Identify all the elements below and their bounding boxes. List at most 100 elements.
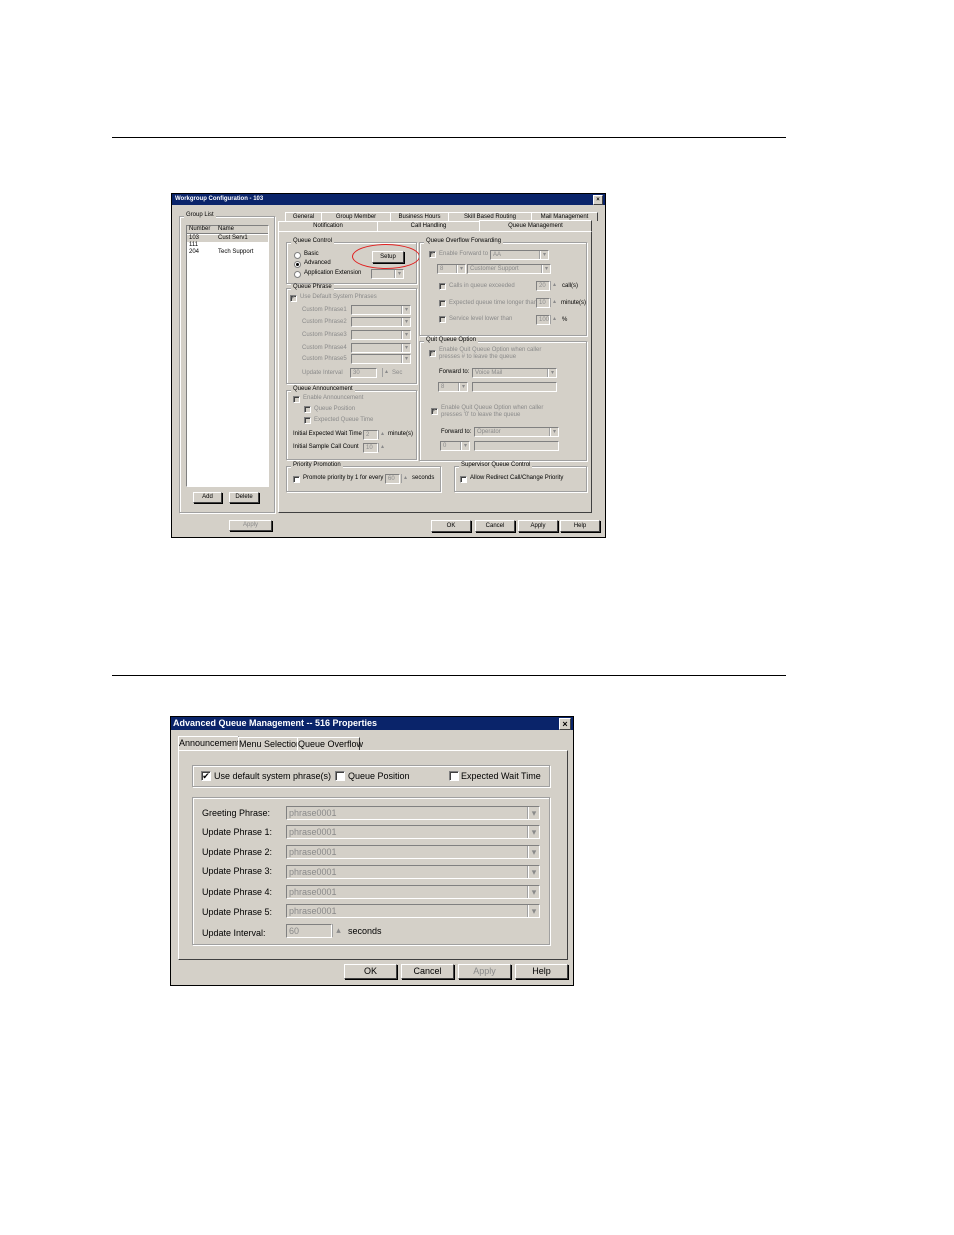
advanced-queue-window: Advanced Queue Management -- 516 Propert…	[170, 716, 574, 986]
phrase-dropdown[interactable]: phrase0001 ▾	[286, 825, 540, 839]
custom-phrase-dropdown[interactable]: ▾	[351, 330, 411, 340]
use-default-phrases-checkbox[interactable]: ✔	[201, 771, 211, 781]
expected-queue-time-label: Expected Queue Time	[314, 417, 374, 423]
list-header: Number Name	[187, 226, 268, 234]
allow-redirect-checkbox[interactable]	[460, 476, 467, 483]
service-level-checkbox[interactable]	[439, 316, 446, 323]
tab-group-member[interactable]: Group Member	[321, 212, 391, 221]
service-level-spinner[interactable]: ▴	[550, 315, 558, 324]
use-default-phrases-label: Use default system phrase(s)	[214, 771, 332, 781]
help-button[interactable]: Help	[515, 964, 568, 979]
cancel-button[interactable]: Cancel	[475, 520, 515, 532]
phrase-dropdown[interactable]: phrase0001 ▾	[286, 845, 540, 859]
delete-button[interactable]: Delete	[229, 492, 259, 503]
tab-business-hours[interactable]: Business Hours	[390, 212, 449, 221]
service-level-field[interactable]: 100	[536, 315, 550, 325]
apply-button[interactable]: Apply	[518, 520, 558, 532]
calls-exceeded-unit: call(s)	[562, 283, 578, 289]
update-interval-spinner[interactable]: ▴	[332, 924, 344, 937]
custom-phrase-dropdown[interactable]: ▾	[351, 305, 411, 315]
app-ext-dropdown[interactable]: ▾	[371, 269, 404, 279]
expected-wait-checkbox[interactable]	[449, 771, 459, 781]
quit2-number-value: 0	[443, 443, 447, 449]
advanced-radio[interactable]	[294, 261, 301, 268]
calls-exceeded-field[interactable]: 20	[536, 281, 550, 291]
quit1-number-dropdown[interactable]: 8 ▾	[438, 382, 468, 392]
queue-position-label: Queue Position	[314, 406, 356, 412]
forward-type-dropdown[interactable]: AA ▾	[490, 250, 549, 260]
spinner-up-icon: ▴	[380, 444, 384, 450]
quit1-extension-field[interactable]	[472, 382, 557, 392]
custom-phrase-label: Custom Phrase1	[302, 307, 347, 313]
calls-exceeded-spinner[interactable]: ▴	[550, 281, 558, 290]
enable-forward-checkbox[interactable]: ✔	[429, 251, 436, 258]
update-interval-field[interactable]: 30	[350, 368, 377, 378]
sample-count-spinner[interactable]: ▴	[378, 443, 386, 452]
help-button[interactable]: Help	[560, 520, 600, 532]
phrase-dropdown[interactable]: phrase0001 ▾	[286, 806, 540, 820]
tab-announcement[interactable]: Announcement	[178, 736, 240, 751]
group-list-box[interactable]: Number Name 103 Cust Serv1 111 204 Tech …	[186, 225, 269, 487]
chevron-down-icon: ▾	[461, 442, 469, 450]
basic-radio[interactable]	[294, 252, 301, 259]
cancel-button[interactable]: Cancel	[401, 964, 454, 979]
update-interval-label: Update Interval:	[202, 928, 266, 938]
quit2-forward-dropdown[interactable]: Operator ▾	[474, 427, 559, 437]
promote-seconds-spinner[interactable]: ▴	[401, 474, 409, 483]
tab-call-handling[interactable]: Call Handling	[377, 221, 480, 231]
quit1-forward-dropdown[interactable]: Voice Mail ▾	[472, 368, 557, 378]
table-row[interactable]: 111	[187, 242, 268, 249]
tab-menu-selection[interactable]: Menu Selection	[238, 737, 301, 750]
quit2-extension-field[interactable]	[474, 441, 559, 451]
forward-number-dropdown[interactable]: 8 ▾	[437, 264, 466, 274]
update-interval-field[interactable]: 60	[286, 924, 332, 938]
apply-button[interactable]: Apply	[458, 964, 511, 979]
quit-zero-checkbox[interactable]: ✔	[431, 408, 438, 415]
add-button[interactable]: Add	[193, 492, 222, 503]
quit-hash-checkbox[interactable]: ✔	[429, 350, 436, 357]
group-apply-button[interactable]: Apply	[229, 520, 272, 531]
promote-seconds-field[interactable]: 60	[385, 474, 400, 484]
tab-queue-overflow[interactable]: Queue Overflow	[297, 737, 363, 750]
tab-notification[interactable]: Notification	[278, 221, 378, 231]
col-name-header[interactable]: Name	[218, 226, 234, 232]
custom-phrase-dropdown[interactable]: ▾	[351, 317, 411, 327]
tab-general[interactable]: General	[285, 212, 322, 221]
custom-phrase-dropdown[interactable]: ▾	[351, 343, 411, 353]
update-interval-spinner[interactable]: ▴	[382, 368, 390, 377]
table-row[interactable]: 103 Cust Serv1	[187, 235, 268, 242]
expected-wait-spinner[interactable]: ▴	[550, 298, 558, 307]
close-button[interactable]: ×	[593, 195, 603, 205]
phrase-dropdown[interactable]: phrase0001 ▾	[286, 865, 540, 879]
queue-position-label: Queue Position	[348, 771, 410, 781]
enable-announcement-checkbox[interactable]	[293, 396, 300, 403]
expected-wait-checkbox[interactable]	[439, 300, 446, 307]
promote-priority-checkbox[interactable]	[293, 476, 300, 483]
phrase-dropdown[interactable]: phrase0001 ▾	[286, 904, 540, 918]
col-number-header[interactable]: Number	[189, 226, 210, 232]
initial-wait-spinner[interactable]: ▴	[378, 430, 386, 439]
sample-count-field[interactable]: 10	[363, 443, 378, 453]
quit2-number-dropdown[interactable]: 0 ▾	[440, 441, 470, 451]
custom-phrase-dropdown[interactable]: ▾	[351, 354, 411, 364]
ok-button[interactable]: OK	[344, 964, 397, 979]
quit-zero-label-line1: Enable Quit Queue Option when caller	[441, 405, 544, 411]
queue-position-checkbox[interactable]	[335, 771, 345, 781]
update-interval-value: 30	[353, 370, 360, 376]
expected-wait-field[interactable]: 10	[536, 298, 550, 308]
check-icon: ✔	[202, 771, 210, 781]
check-icon: ✔	[432, 408, 438, 414]
initial-wait-field[interactable]: 2	[363, 430, 378, 440]
chevron-down-icon: ▾	[402, 331, 410, 339]
table-row[interactable]: 204 Tech Support	[187, 249, 268, 256]
calls-exceeded-checkbox[interactable]	[439, 283, 446, 290]
phrase-label: Greeting Phrase:	[202, 808, 271, 818]
phrase-dropdown[interactable]: phrase0001 ▾	[286, 885, 540, 899]
expected-queue-time-checkbox[interactable]	[304, 417, 311, 424]
use-default-phrases-checkbox[interactable]: ✔	[290, 295, 297, 302]
ok-button[interactable]: OK	[431, 520, 471, 532]
app-ext-radio[interactable]	[294, 271, 301, 278]
forward-target-dropdown[interactable]: Customer Support ▾	[467, 264, 551, 274]
close-button[interactable]: ×	[559, 718, 571, 730]
queue-position-checkbox[interactable]	[304, 406, 311, 413]
